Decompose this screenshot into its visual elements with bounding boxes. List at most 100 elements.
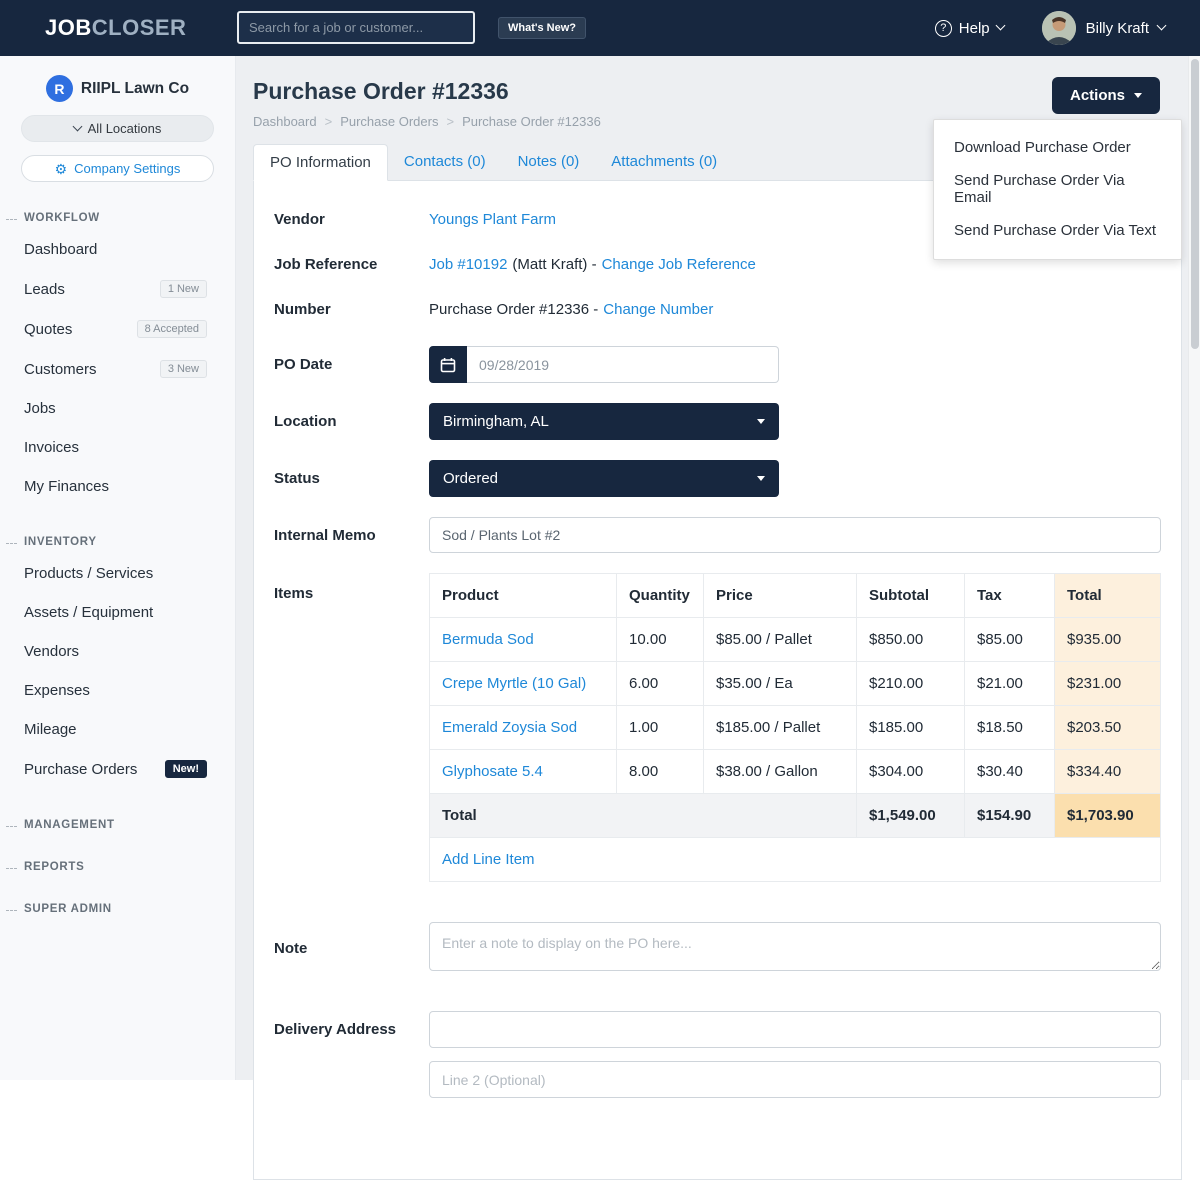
change-job-reference-link[interactable]: Change Job Reference bbox=[602, 256, 756, 273]
sidebar-item-leads[interactable]: Leads1 New bbox=[0, 269, 235, 309]
cell-subtotal: $850.00 bbox=[857, 618, 965, 662]
menu-item-download-po[interactable]: Download Purchase Order bbox=[934, 131, 1181, 164]
cell-product: Glyphosate 5.4 bbox=[430, 750, 617, 794]
number-label: Number bbox=[274, 301, 429, 318]
chevron-down-icon bbox=[995, 21, 1005, 31]
product-link[interactable]: Emerald Zoysia Sod bbox=[442, 719, 577, 736]
change-number-link[interactable]: Change Number bbox=[603, 301, 713, 318]
sidebar-item-label: Customers bbox=[24, 361, 97, 378]
status-badge: 8 Accepted bbox=[137, 320, 207, 338]
help-icon: ? bbox=[935, 20, 952, 37]
internal-memo-input[interactable] bbox=[429, 517, 1161, 553]
sidebar-item-products-services[interactable]: Products / Services bbox=[0, 554, 235, 593]
breadcrumb-purchase-orders[interactable]: Purchase Orders bbox=[340, 114, 438, 129]
tab-attachments[interactable]: Attachments (0) bbox=[595, 144, 733, 180]
sidebar-item-label: Mileage bbox=[24, 721, 77, 738]
cell-price: $185.00 / Pallet bbox=[704, 706, 857, 750]
section-header-reports[interactable]: REPORTS bbox=[0, 861, 235, 873]
sidebar-item-jobs[interactable]: Jobs bbox=[0, 389, 235, 428]
logo-text-light: CLOSER bbox=[92, 15, 187, 40]
sidebar-item-dashboard[interactable]: Dashboard bbox=[0, 230, 235, 269]
actions-button[interactable]: Actions bbox=[1052, 77, 1160, 114]
all-locations-dropdown[interactable]: All Locations bbox=[21, 115, 214, 142]
menu-item-send-po-email[interactable]: Send Purchase Order Via Email bbox=[934, 164, 1181, 214]
user-menu[interactable]: Billy Kraft bbox=[1086, 20, 1165, 37]
calendar-button[interactable] bbox=[429, 346, 467, 383]
col-header-quantity: Quantity bbox=[617, 574, 704, 618]
product-link[interactable]: Bermuda Sod bbox=[442, 631, 534, 648]
scrollbar-thumb[interactable] bbox=[1191, 59, 1199, 349]
po-date-row: PO Date bbox=[274, 346, 1161, 383]
table-row: Glyphosate 5.4 8.00 $38.00 / Gallon $304… bbox=[430, 750, 1161, 794]
sidebar-item-label: Assets / Equipment bbox=[24, 604, 153, 621]
product-link[interactable]: Glyphosate 5.4 bbox=[442, 763, 543, 780]
sidebar-item-label: Quotes bbox=[24, 321, 72, 338]
number-row: Number Purchase Order #12336 - Change Num… bbox=[274, 301, 1161, 318]
new-badge: New! bbox=[165, 760, 207, 778]
po-date-input[interactable] bbox=[467, 346, 779, 383]
help-menu[interactable]: ? Help bbox=[935, 20, 1004, 37]
status-row: Status Ordered bbox=[274, 460, 1161, 497]
whats-new-button[interactable]: What's New? bbox=[498, 17, 586, 39]
status-value: Ordered bbox=[443, 470, 498, 487]
scrollbar-track[interactable] bbox=[1188, 56, 1200, 1080]
sidebar-item-purchase-orders[interactable]: Purchase Orders New! bbox=[0, 749, 235, 789]
breadcrumb-separator: > bbox=[446, 114, 454, 129]
cell-quantity: 10.00 bbox=[617, 618, 704, 662]
location-select[interactable]: Birmingham, AL bbox=[429, 403, 779, 440]
location-row: Location Birmingham, AL bbox=[274, 403, 1161, 440]
sidebar-item-assets-equipment[interactable]: Assets / Equipment bbox=[0, 593, 235, 632]
menu-item-send-po-text[interactable]: Send Purchase Order Via Text bbox=[934, 214, 1181, 247]
delivery-address-row: Delivery Address bbox=[274, 1011, 1161, 1098]
sidebar-item-quotes[interactable]: Quotes 8 Accepted bbox=[0, 309, 235, 349]
section-header-super-admin[interactable]: SUPER ADMIN bbox=[0, 903, 235, 915]
sidebar-item-mileage[interactable]: Mileage bbox=[0, 710, 235, 749]
tab-po-information[interactable]: PO Information bbox=[253, 144, 388, 181]
tab-notes[interactable]: Notes (0) bbox=[502, 144, 596, 180]
total-tax: $154.90 bbox=[965, 794, 1055, 838]
section-header-management[interactable]: MANAGEMENT bbox=[0, 819, 235, 831]
cell-tax: $18.50 bbox=[965, 706, 1055, 750]
company-settings-button[interactable]: ⚙ Company Settings bbox=[21, 155, 214, 182]
delivery-address-line1-input[interactable] bbox=[429, 1011, 1161, 1048]
cell-product: Bermuda Sod bbox=[430, 618, 617, 662]
sidebar-item-invoices[interactable]: Invoices bbox=[0, 428, 235, 467]
tab-contacts[interactable]: Contacts (0) bbox=[388, 144, 502, 180]
total-subtotal: $1,549.00 bbox=[857, 794, 965, 838]
sidebar-item-expenses[interactable]: Expenses bbox=[0, 671, 235, 710]
sidebar-item-label: Purchase Orders bbox=[24, 761, 137, 778]
company-switcher[interactable]: R RIIPL Lawn Co bbox=[0, 56, 235, 102]
navbar-right: ? Help Billy Kraft bbox=[935, 0, 1165, 56]
sidebar-item-label: Jobs bbox=[24, 400, 56, 417]
search-input[interactable] bbox=[237, 11, 475, 44]
col-header-total: Total bbox=[1055, 574, 1161, 618]
po-number-text: Purchase Order #12336 - bbox=[429, 301, 598, 318]
table-row: Crepe Myrtle (10 Gal) 6.00 $35.00 / Ea $… bbox=[430, 662, 1161, 706]
product-link[interactable]: Crepe Myrtle (10 Gal) bbox=[442, 675, 586, 692]
avatar[interactable] bbox=[1042, 11, 1076, 45]
vendor-link[interactable]: Youngs Plant Farm bbox=[429, 211, 556, 228]
app-logo[interactable]: JOBCLOSER bbox=[45, 15, 186, 41]
delivery-address-label: Delivery Address bbox=[274, 1011, 429, 1098]
sidebar-item-vendors[interactable]: Vendors bbox=[0, 632, 235, 671]
total-label: Total bbox=[430, 794, 857, 838]
cell-price: $35.00 / Ea bbox=[704, 662, 857, 706]
po-note-textarea[interactable] bbox=[429, 922, 1161, 971]
job-link[interactable]: Job #10192 bbox=[429, 256, 507, 273]
status-select[interactable]: Ordered bbox=[429, 460, 779, 497]
sidebar-item-my-finances[interactable]: My Finances bbox=[0, 467, 235, 506]
sidebar: R RIIPL Lawn Co All Locations ⚙ Company … bbox=[0, 56, 236, 1080]
items-table: Product Quantity Price Subtotal Tax Tota… bbox=[429, 573, 1161, 838]
cell-tax: $21.00 bbox=[965, 662, 1055, 706]
table-row: Bermuda Sod 10.00 $85.00 / Pallet $850.0… bbox=[430, 618, 1161, 662]
sidebar-item-label: Expenses bbox=[24, 682, 90, 699]
breadcrumb-dashboard[interactable]: Dashboard bbox=[253, 114, 317, 129]
add-line-item-link[interactable]: Add Line Item bbox=[442, 851, 535, 868]
table-header-row: Product Quantity Price Subtotal Tax Tota… bbox=[430, 574, 1161, 618]
po-information-panel: Vendor Youngs Plant Farm Job Reference J… bbox=[253, 180, 1182, 1180]
sidebar-item-customers[interactable]: Customers3 New bbox=[0, 349, 235, 389]
sidebar-item-label: Leads bbox=[24, 281, 65, 298]
items-label: Items bbox=[274, 573, 429, 882]
sidebar-item-label: My Finances bbox=[24, 478, 109, 495]
caret-down-icon bbox=[1134, 93, 1142, 98]
